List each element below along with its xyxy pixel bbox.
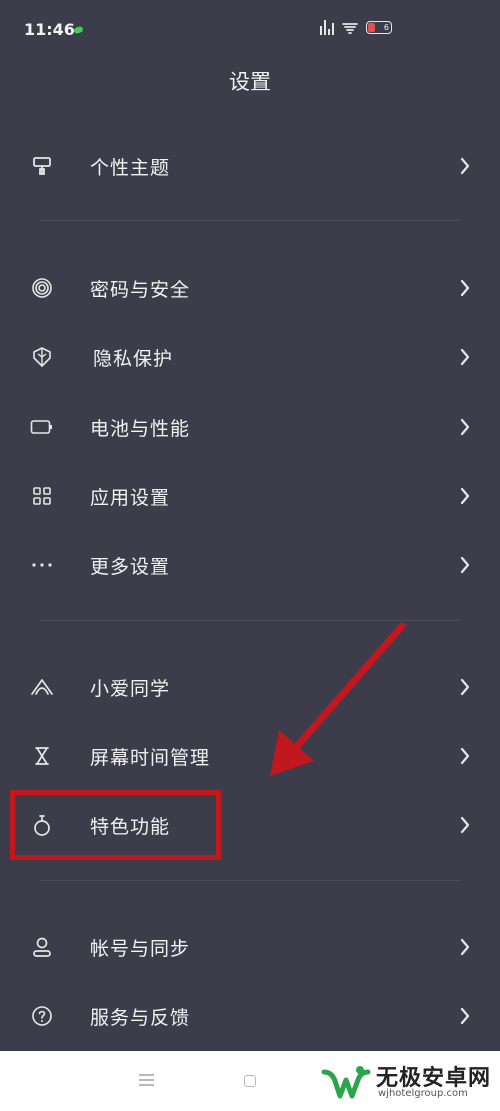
settings-item-battery-performance[interactable]: 电池与性能	[0, 394, 500, 460]
settings-item-service-feedback[interactable]: 服务与反馈	[0, 983, 500, 1049]
chevron-right-icon	[460, 157, 470, 175]
section-divider	[40, 880, 460, 881]
settings-item-label: 隐私保护	[93, 347, 174, 370]
settings-item-label: 应用设置	[90, 486, 171, 509]
section-divider	[40, 220, 460, 221]
chevron-right-icon	[460, 348, 470, 366]
paint-roller-icon	[30, 154, 54, 178]
page-title: 设置	[229, 70, 271, 94]
settings-item-label: 密码与安全	[90, 278, 191, 301]
settings-item-label: 更多设置	[90, 555, 171, 578]
call-indicator-icon	[73, 25, 84, 35]
settings-item-label: 服务与反馈	[90, 1006, 191, 1029]
chevron-right-icon	[460, 678, 470, 696]
hourglass-icon	[30, 744, 54, 768]
chevron-right-icon	[460, 938, 470, 956]
settings-item-app-settings[interactable]: 应用设置	[0, 463, 500, 529]
battery-icon: 6	[366, 21, 392, 34]
help-question-icon	[30, 1004, 54, 1028]
fingerprint-icon	[30, 276, 54, 300]
user-icon	[30, 935, 54, 959]
highlight-box	[10, 790, 221, 860]
settings-item-privacy[interactable]: 隐私保护	[0, 324, 500, 390]
menu-icon[interactable]	[139, 1074, 154, 1089]
chevron-right-icon	[460, 1007, 470, 1025]
settings-item-screen-time[interactable]: 屏幕时间管理	[0, 723, 500, 789]
settings-item-label: 电池与性能	[90, 417, 191, 440]
settings-item-label: 小爱同学	[90, 677, 171, 700]
status-icons: 6	[320, 20, 392, 35]
settings-item-more-settings[interactable]: 更多设置	[0, 532, 500, 598]
chevron-right-icon	[460, 418, 470, 436]
status-bar: 11:46 6	[0, 0, 500, 60]
watermark-logo	[321, 1066, 371, 1099]
section-divider	[40, 620, 460, 621]
chevron-right-icon	[460, 747, 470, 765]
shield-icon	[30, 345, 54, 369]
signal-icon	[320, 20, 334, 35]
xiaoai-assistant-icon	[30, 675, 54, 699]
settings-item-personal-theme[interactable]: 个性主题	[0, 133, 500, 199]
apps-grid-icon	[30, 484, 54, 508]
battery-level: 6	[383, 23, 389, 32]
battery-outline-icon	[30, 415, 54, 439]
settings-item-account-sync[interactable]: 帐号与同步	[0, 914, 500, 980]
chevron-right-icon	[460, 556, 470, 574]
settings-item-label: 屏幕时间管理	[90, 746, 211, 769]
chevron-right-icon	[460, 279, 470, 297]
watermark-url: wjhotelgroup.com	[378, 1088, 468, 1099]
settings-item-label: 帐号与同步	[90, 937, 191, 960]
more-dots-icon	[30, 553, 54, 577]
chevron-right-icon	[460, 816, 470, 834]
settings-item-xiaoai[interactable]: 小爱同学	[0, 654, 500, 720]
settings-item-password-security[interactable]: 密码与安全	[0, 255, 500, 321]
status-time: 11:46	[24, 20, 75, 39]
settings-item-label: 个性主题	[90, 156, 171, 179]
wifi-icon	[342, 22, 358, 34]
watermark: 无极安卓网 wjhotelgroup.com	[312, 1058, 500, 1111]
home-button[interactable]	[244, 1075, 256, 1087]
chevron-right-icon	[460, 487, 470, 505]
